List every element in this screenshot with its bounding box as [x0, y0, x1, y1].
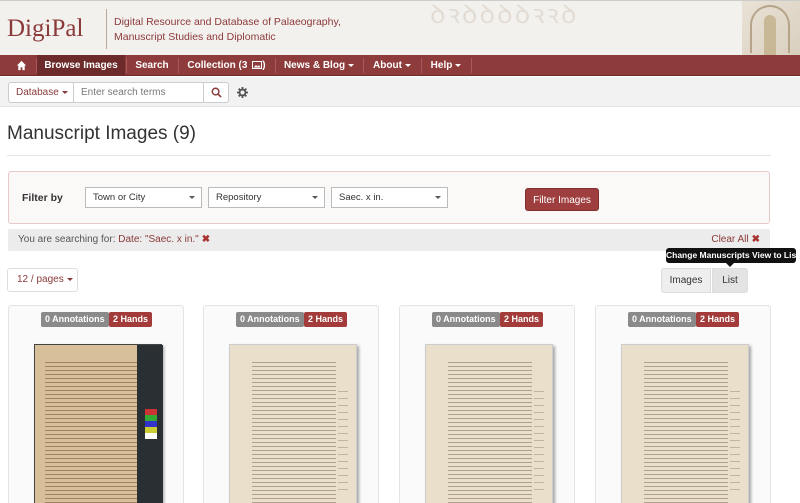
manuscript-thumbnail[interactable] — [621, 344, 749, 503]
column-decoration — [764, 15, 776, 55]
nav-label: Collection (3 — [187, 60, 248, 71]
chevron-down-icon — [348, 63, 355, 67]
pages-dropdown[interactable]: 12 / pages — [7, 268, 78, 292]
date-select[interactable]: Saec. x in. — [331, 187, 448, 208]
site-subtitle: Digital Resource and Database of Palaeog… — [114, 16, 341, 43]
nav-label-suffix: ) — [262, 60, 266, 71]
search-summary-prefix: You are searching for: — [18, 234, 116, 245]
search-input[interactable] — [73, 82, 204, 103]
dropdown-arrow-icon — [189, 196, 195, 199]
manuscript-card[interactable]: 0 Annotations 2 Hands — [203, 305, 379, 503]
site-header: ꝺꝛꝺꝺꝺꝺꝛꝛꝺ DigiPal Digital Resource and D… — [0, 0, 800, 55]
annotations-badge[interactable]: 0 Annotations — [41, 312, 109, 327]
hands-badge[interactable]: 2 Hands — [696, 312, 740, 327]
view-images-button[interactable]: Images — [661, 268, 711, 293]
view-toggle-tooltip: Change Manuscripts View to List — [666, 248, 799, 263]
text-lines — [252, 359, 336, 503]
database-dropdown[interactable]: Database — [8, 82, 74, 103]
nav-help[interactable]: Help — [422, 55, 470, 76]
manuscript-thumbnail[interactable] — [425, 344, 553, 503]
nav-news-blog[interactable]: News & Blog — [276, 55, 362, 76]
select-value: Town or City — [93, 192, 146, 203]
search-term-link[interactable]: Date: "Saec. x in." — [118, 234, 198, 245]
image-icon — [252, 61, 263, 69]
text-lines — [644, 359, 728, 503]
text-lines — [45, 359, 137, 503]
site-logo[interactable]: DigiPal — [7, 15, 83, 43]
annotations-badge[interactable]: 0 Annotations — [432, 312, 500, 327]
nav-label: Browse Images — [44, 60, 118, 71]
margin-notes — [534, 385, 544, 495]
active-search-bar: You are searching for: Date: "Saec. x in… — [8, 229, 770, 251]
hands-badge[interactable]: 2 Hands — [304, 312, 348, 327]
page-title: Manuscript Images (9) — [7, 123, 197, 144]
dropdown-arrow-icon — [312, 196, 318, 199]
close-icon: ✖ — [751, 234, 760, 245]
chevron-down-icon — [66, 277, 73, 281]
search-summary: You are searching for: Date: "Saec. x in… — [18, 234, 210, 245]
manuscript-card[interactable]: 0 Annotations 2 Hands — [595, 305, 771, 503]
home-icon[interactable] — [16, 60, 27, 71]
margin-notes — [730, 385, 740, 495]
manuscript-thumbnail[interactable] — [34, 344, 163, 503]
nav-label: Search — [135, 60, 169, 71]
nav-separator — [471, 58, 472, 73]
filter-images-button[interactable]: Filter Images — [525, 188, 599, 211]
gear-icon[interactable] — [237, 87, 248, 98]
database-label: Database — [16, 87, 59, 98]
search-icon — [211, 87, 222, 98]
dropdown-arrow-icon — [435, 196, 441, 199]
search-bar: Database — [0, 77, 800, 107]
manuscript-card[interactable]: 0 Annotations 2 Hands — [8, 305, 184, 503]
nav-collection[interactable]: Collection (3 ) — [179, 55, 274, 76]
hands-badge[interactable]: 2 Hands — [500, 312, 544, 327]
annotations-badge[interactable]: 0 Annotations — [628, 312, 696, 327]
nav-label: About — [373, 60, 402, 71]
remove-term-icon[interactable]: ✖ — [202, 234, 210, 245]
main-navbar: Browse Images Search Collection (3 ) New… — [0, 55, 800, 76]
nav-about[interactable]: About — [364, 55, 420, 76]
select-value: Saec. x in. — [339, 192, 384, 203]
text-lines — [448, 359, 532, 503]
nav-label: Help — [430, 60, 453, 71]
tooltip-arrow — [726, 263, 734, 267]
color-calibration-chart — [145, 409, 157, 439]
filter-panel: Filter by Town or City Repository Saec. … — [8, 171, 770, 224]
title-divider — [7, 155, 771, 156]
annotations-badge[interactable]: 0 Annotations — [236, 312, 304, 327]
hands-badge[interactable]: 2 Hands — [109, 312, 153, 327]
header-illustration — [742, 1, 800, 55]
clear-all-link[interactable]: Clear All ✖ — [711, 234, 760, 245]
manuscript-card[interactable]: 0 Annotations 2 Hands — [399, 305, 575, 503]
margin-notes — [338, 385, 348, 495]
chevron-down-icon — [455, 63, 462, 67]
town-city-select[interactable]: Town or City — [85, 187, 202, 208]
clear-all-label: Clear All — [711, 234, 749, 245]
nav-search[interactable]: Search — [127, 55, 177, 76]
nav-label: News & Blog — [283, 60, 346, 71]
repository-select[interactable]: Repository — [208, 187, 325, 208]
search-button[interactable] — [203, 82, 229, 103]
manuscript-thumbnail[interactable] — [229, 344, 357, 503]
select-value: Repository — [216, 192, 262, 203]
logo-divider — [106, 9, 107, 49]
chevron-down-icon — [61, 90, 68, 94]
header-background-decoration: ꝺꝛꝺꝺꝺꝺꝛꝛꝺ — [430, 0, 579, 29]
filter-label: Filter by — [22, 192, 63, 204]
pages-label: 12 / pages — [17, 274, 64, 285]
nav-browse-images[interactable]: Browse Images — [37, 55, 125, 76]
view-list-button[interactable]: List — [712, 268, 748, 293]
chevron-down-icon — [404, 63, 411, 67]
